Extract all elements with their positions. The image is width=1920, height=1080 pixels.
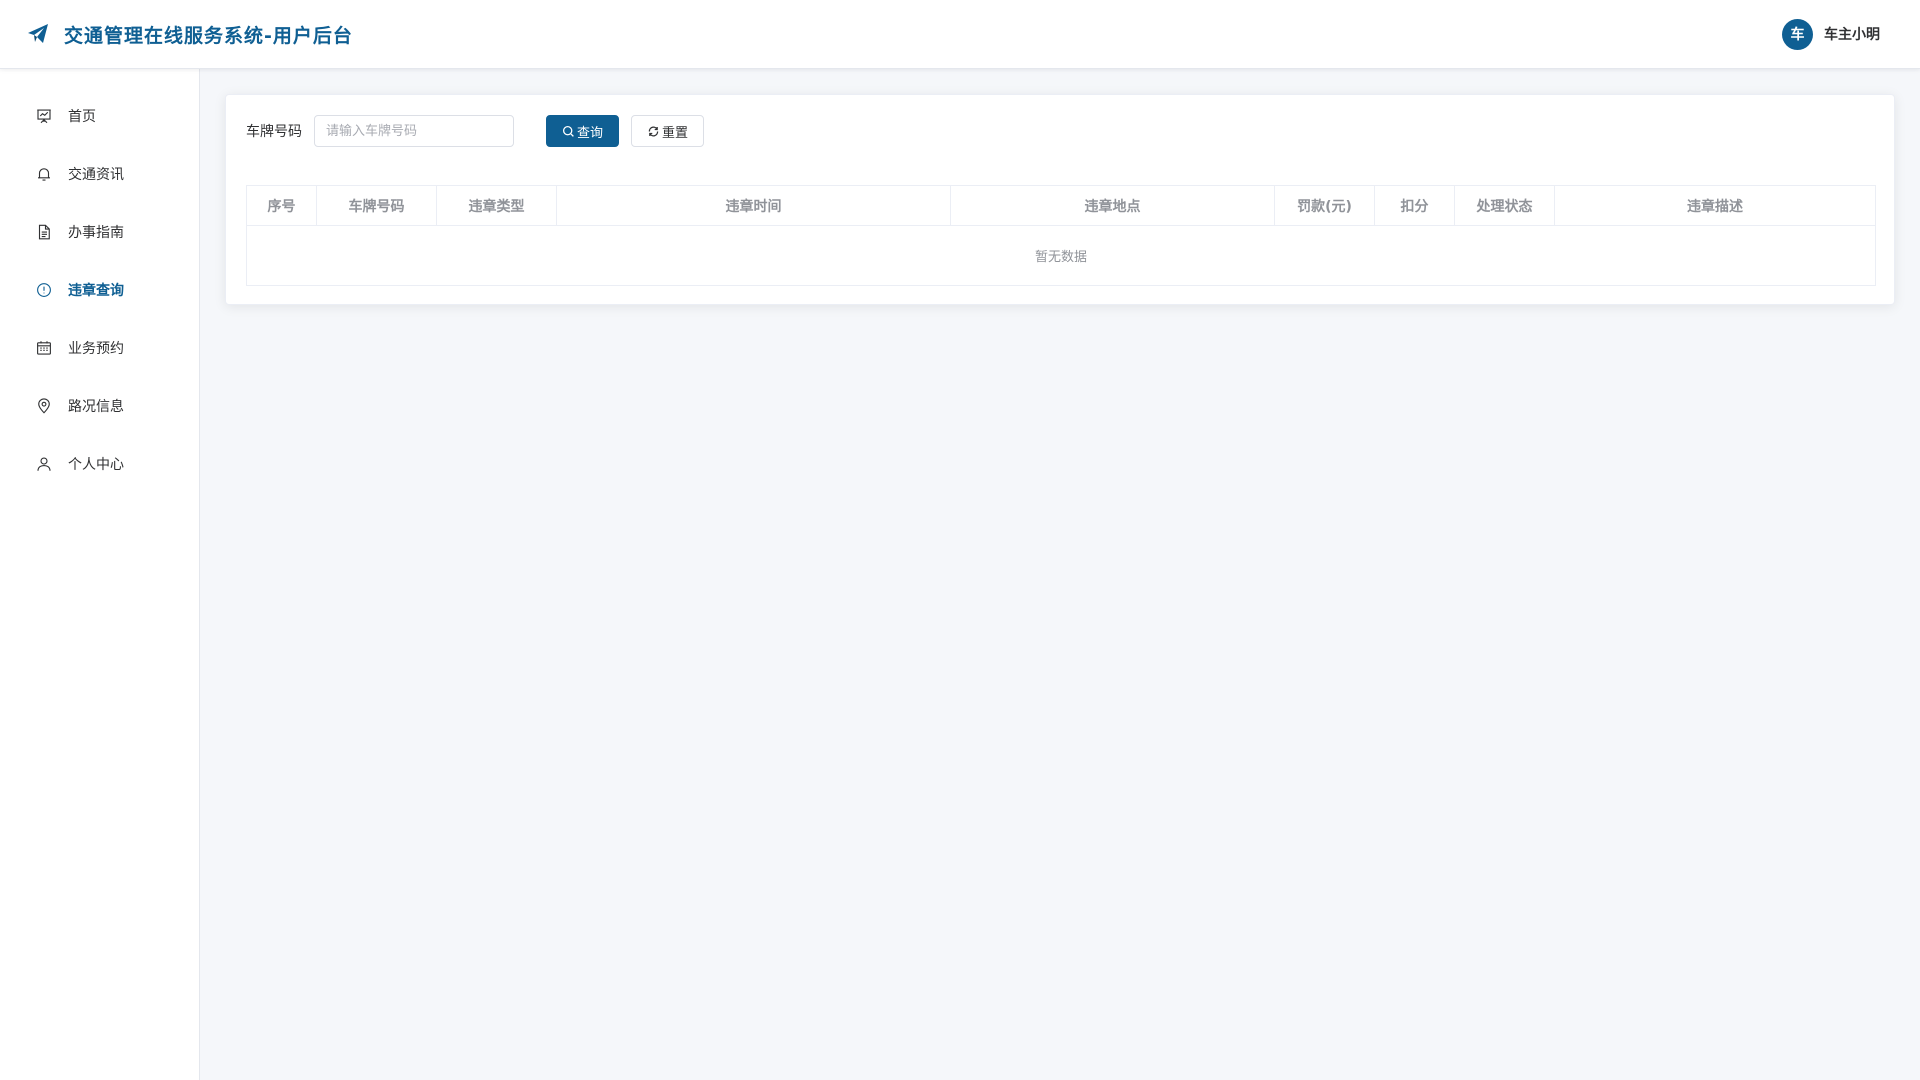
app-title: 交通管理在线服务系统-用户后台: [64, 24, 353, 47]
table-empty-text: 暂无数据: [1034, 250, 1087, 265]
reset-button[interactable]: 重置: [631, 115, 705, 147]
user-menu[interactable]: 车 车主小明: [1782, 18, 1880, 50]
sidebar-item-violation-query[interactable]: 违章查询: [0, 261, 199, 319]
calendar-icon: [37, 341, 51, 355]
sidebar-item-home[interactable]: 首页: [0, 87, 199, 145]
sidebar-item-label: 业务预约: [68, 341, 124, 357]
reset-button-label: 重置: [662, 125, 689, 141]
column-header-fine: 罚款(元): [1275, 186, 1375, 225]
avatar[interactable]: 车: [1782, 18, 1813, 50]
column-header-violation-time: 违章时间: [557, 186, 951, 225]
column-header-status: 处理状态: [1455, 186, 1555, 225]
violation-table: 序号 车牌号码 违章类型 违章时间 违章地点 罚款(元) 扣分 处理状态 违章描…: [246, 185, 1876, 286]
refresh-icon: [648, 126, 659, 136]
plate-number-input[interactable]: [314, 115, 514, 147]
sidebar-item-label: 首页: [68, 109, 96, 125]
sidebar-item-label: 违章查询: [68, 283, 124, 299]
warning-circle-icon: [37, 283, 51, 297]
sidebar-item-appointment[interactable]: 业务预约: [0, 319, 199, 377]
column-header-violation-location: 违章地点: [951, 186, 1275, 225]
sidebar-item-label: 个人中心: [68, 457, 124, 473]
location-pin-icon: [38, 398, 50, 414]
sidebar-item-label: 路况信息: [68, 399, 124, 415]
sidebar-item-road-info[interactable]: 路况信息: [0, 377, 199, 435]
query-button-label: 查询: [577, 125, 604, 141]
sidebar-item-label: 办事指南: [68, 225, 124, 241]
column-header-points: 扣分: [1375, 186, 1455, 225]
user-icon: [37, 457, 51, 471]
column-header-index: 序号: [247, 186, 317, 225]
sidebar-item-label: 交通资讯: [68, 167, 124, 183]
plate-number-label: 车牌号码: [246, 124, 302, 140]
top-header: 交通管理在线服务系统-用户后台 车 车主小明: [0, 0, 1920, 69]
table-header: 序号 车牌号码 违章类型 违章时间 违章地点 罚款(元) 扣分 处理状态 违章描…: [247, 186, 1875, 226]
sidebar-item-service-guide[interactable]: 办事指南: [0, 203, 199, 261]
user-name[interactable]: 车主小明: [1824, 24, 1880, 44]
bell-icon: [38, 168, 50, 181]
search-form: 车牌号码 查询 重置: [246, 115, 1874, 147]
column-header-violation-type: 违章类型: [437, 186, 557, 225]
sidebar-item-personal-center[interactable]: 个人中心: [0, 435, 199, 493]
paper-plane-icon: [28, 24, 48, 43]
sidebar: 首页 交通资讯 办事指南 违章查询 业务预约 路况信息 个人中心: [0, 69, 200, 1080]
search-icon: [562, 125, 574, 137]
column-header-description: 违章描述: [1687, 198, 1743, 215]
presentation-chart-icon: [37, 109, 51, 124]
column-header-plate-number: 车牌号码: [317, 186, 437, 225]
query-button[interactable]: 查询: [546, 115, 620, 147]
sidebar-item-traffic-news[interactable]: 交通资讯: [0, 145, 199, 203]
violation-query-card: 车牌号码 查询 重置 序号 车牌号码 违章类型 违章时间 违章地点: [225, 94, 1895, 305]
document-icon: [38, 224, 50, 240]
brand: 交通管理在线服务系统-用户后台: [26, 21, 353, 48]
main-content: 车牌号码 查询 重置 序号 车牌号码 违章类型 违章时间 违章地点: [200, 69, 1920, 1080]
